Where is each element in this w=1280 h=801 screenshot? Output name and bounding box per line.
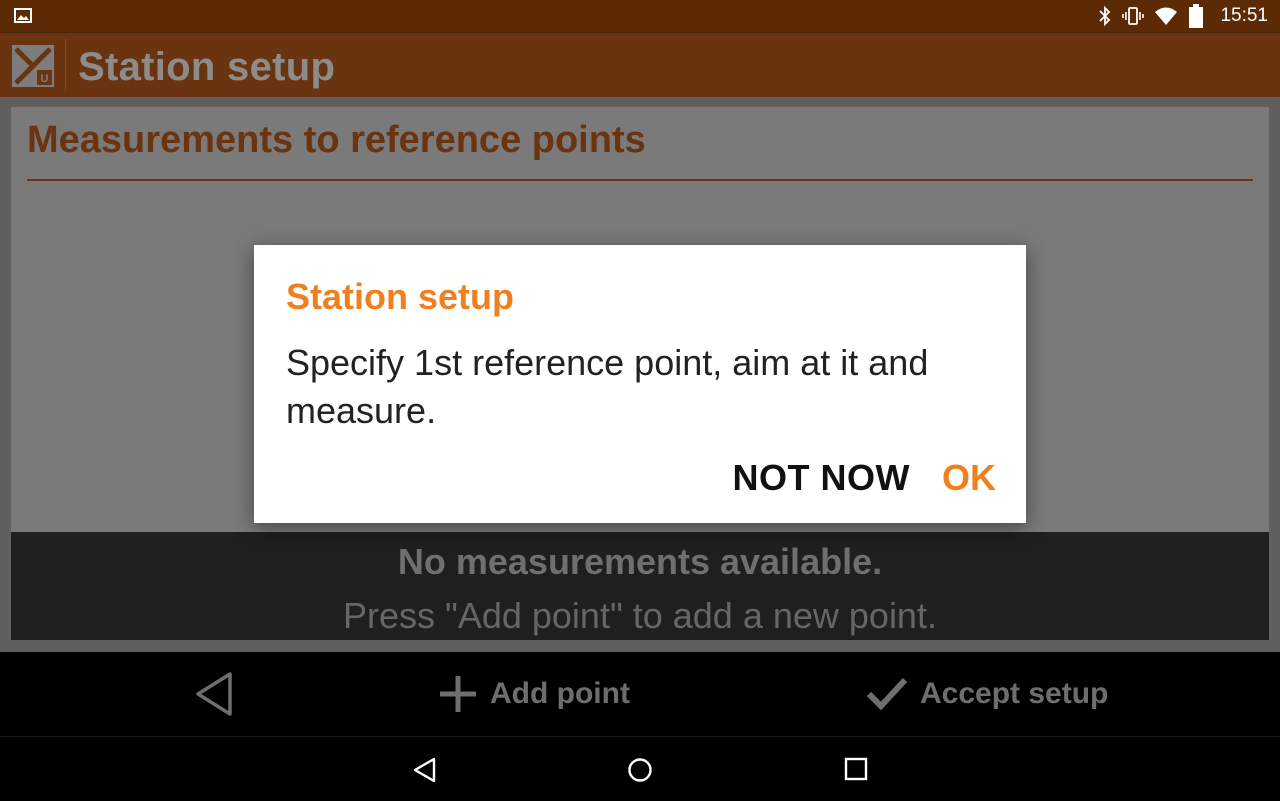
- empty-state: No measurements available. Press "Add po…: [11, 532, 1269, 640]
- bottom-action-bar: Add point Accept setup: [0, 652, 1280, 736]
- section-divider: [27, 179, 1253, 181]
- battery-icon: [1189, 4, 1204, 28]
- app-bar-divider: [65, 39, 66, 91]
- status-icons: 15:51: [1098, 0, 1268, 32]
- app-bar: U Station setup: [0, 32, 1280, 98]
- dialog-actions: NOT NOW OK: [733, 457, 996, 499]
- system-nav-bar: [0, 736, 1280, 801]
- ok-button[interactable]: OK: [942, 457, 996, 499]
- add-point-button[interactable]: Add point: [438, 672, 630, 716]
- dialog-title: Station setup: [286, 276, 515, 317]
- status-clock: 15:51: [1220, 5, 1268, 26]
- station-setup-dialog: Station setup Specify 1st reference poin…: [254, 245, 1026, 523]
- bluetooth-icon: [1099, 6, 1111, 26]
- add-point-label: Add point: [490, 677, 630, 710]
- accept-setup-button[interactable]: Accept setup: [866, 672, 1108, 716]
- nav-recents-icon[interactable]: [844, 757, 868, 781]
- empty-state-subtitle: Press "Add point" to add a new point.: [343, 595, 937, 636]
- section-title: Measurements to reference points: [27, 119, 646, 161]
- plus-icon: [440, 676, 476, 712]
- checkmark-icon: [866, 677, 908, 711]
- svg-text:U: U: [41, 73, 49, 85]
- back-triangle-icon[interactable]: [190, 670, 238, 718]
- image-notification-icon: [14, 8, 32, 23]
- nav-back-icon[interactable]: [412, 757, 438, 783]
- empty-state-title: No measurements available.: [397, 541, 883, 582]
- wifi-icon: [1155, 7, 1178, 25]
- status-bar: 15:51: [0, 0, 1280, 32]
- not-now-button[interactable]: NOT NOW: [733, 457, 910, 499]
- nav-home-icon[interactable]: [627, 757, 653, 783]
- dialog-message: Specify 1st reference point, aim at it a…: [286, 342, 929, 431]
- app-bar-title: Station setup: [78, 45, 336, 89]
- accept-setup-label: Accept setup: [920, 677, 1109, 710]
- vibrate-icon: [1122, 7, 1145, 25]
- app-logo-icon[interactable]: U: [11, 44, 55, 88]
